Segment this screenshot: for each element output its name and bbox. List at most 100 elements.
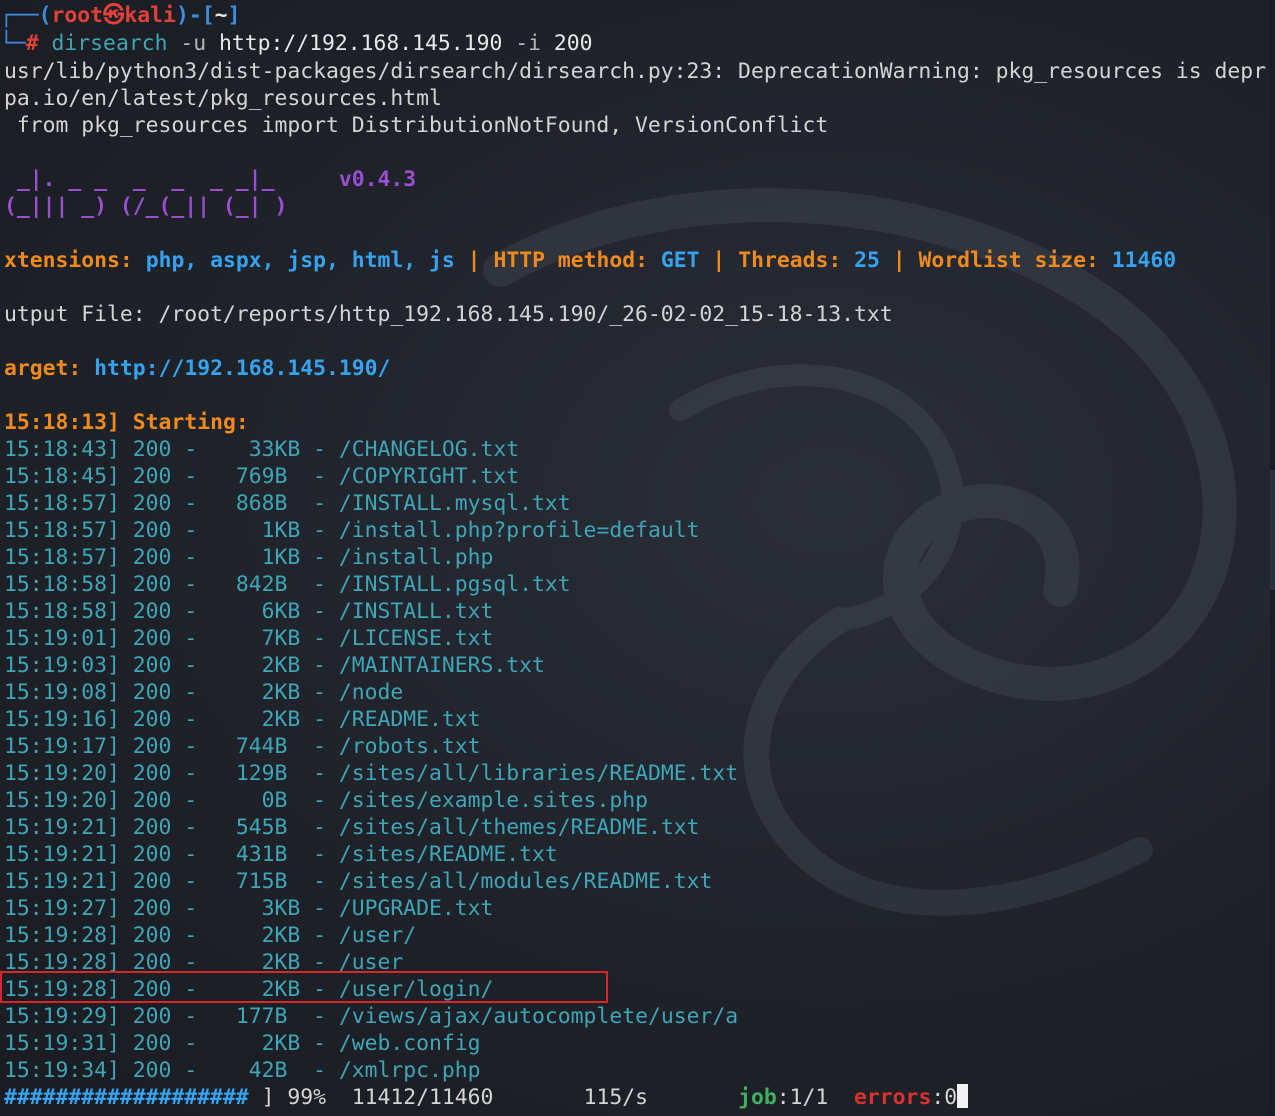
job-value: :1/1: [776, 1085, 829, 1110]
errors-value: :0: [931, 1085, 958, 1110]
result-row: 15:19:21] 200 - 715B - /sites/all/module…: [4, 869, 713, 894]
progress-count: 11412/11460: [351, 1085, 494, 1110]
result-path: /UPGRADE.txt: [338, 896, 494, 921]
terminal-window[interactable]: ┌──(root㉿kali)-[~] └─# dirsearch -u http…: [0, 0, 1275, 1116]
result-row: 15:18:58] 200 - 842B - /INSTALL.pgsql.tx…: [4, 572, 571, 597]
result-time: 15:19:29]: [4, 1004, 120, 1029]
result-row: 15:18:45] 200 - 769B - /COPYRIGHT.txt: [4, 464, 520, 489]
banner-version: v0.4.3: [338, 167, 417, 192]
threads-label: Threads:: [738, 248, 842, 273]
result-code: 200: [132, 896, 172, 921]
result-path: /install.php: [338, 545, 494, 570]
result-row: 15:19:21] 200 - 545B - /sites/all/themes…: [4, 815, 700, 840]
highlight-annotation-box: [0, 971, 608, 1003]
result-time: 15:18:57]: [4, 545, 120, 570]
result-row: 15:19:17] 200 - 744B - /robots.txt: [4, 734, 481, 759]
result-code: 200: [132, 545, 172, 570]
ext-label: xtensions:: [4, 248, 133, 273]
result-size: 715B: [222, 869, 301, 894]
starting-label: Starting:: [132, 410, 249, 435]
result-row: 15:19:20] 200 - 0B - /sites/example.site…: [4, 788, 648, 813]
result-time: 15:19:20]: [4, 761, 120, 786]
warning-line-1: usr/lib/python3/dist-packages/dirsearch/…: [4, 59, 1267, 84]
result-path: /INSTALL.pgsql.txt: [338, 572, 571, 597]
result-size: 2KB: [222, 680, 301, 705]
prompt-hash: #: [25, 31, 39, 56]
command-arg-i: -i: [515, 31, 541, 56]
result-time: 15:19:28]: [4, 923, 120, 948]
result-code: 200: [132, 788, 172, 813]
result-path: /README.txt: [338, 707, 481, 732]
result-row: 15:18:57] 200 - 868B - /INSTALL.mysql.tx…: [4, 491, 571, 516]
result-size: 6KB: [222, 599, 301, 624]
result-code: 200: [132, 518, 172, 543]
prompt-line: ┌──(root㉿kali)-[~]: [0, 2, 240, 29]
result-size: 744B: [222, 734, 301, 759]
result-path: /sites/example.sites.php: [338, 788, 648, 813]
result-row: 15:19:29] 200 - 177B - /views/ajax/autoc…: [4, 1004, 739, 1029]
result-code: 200: [132, 1058, 172, 1083]
result-size: 0B: [222, 788, 301, 813]
prompt-hash-prefix: └─: [0, 31, 26, 56]
result-time: 15:19:17]: [4, 734, 120, 759]
command-url: http://192.168.145.190: [219, 31, 503, 56]
result-code: 200: [132, 761, 172, 786]
result-time: 15:19:27]: [4, 896, 120, 921]
result-time: 15:19:34]: [4, 1058, 120, 1083]
result-code: 200: [132, 464, 172, 489]
result-row: 15:19:27] 200 - 3KB - /UPGRADE.txt: [4, 896, 494, 921]
config-line: xtensions: php, aspx, jsp, html, js | HT…: [4, 247, 1176, 274]
result-code: 200: [132, 680, 172, 705]
method-label: HTTP method:: [493, 248, 648, 273]
result-time: 15:19:21]: [4, 815, 120, 840]
prompt-close: ]: [227, 3, 241, 28]
banner-art-top: _|. _ _ _ _ _ _|_: [4, 167, 275, 192]
target-label: arget:: [4, 356, 82, 381]
progress-rate: 115/s: [583, 1085, 648, 1110]
result-code: 200: [132, 626, 172, 651]
result-path: /sites/README.txt: [338, 842, 558, 867]
ext-value: php, aspx, jsp, html, js: [145, 248, 455, 273]
result-code: 200: [132, 1004, 172, 1029]
progress-percent: 99%: [287, 1085, 326, 1110]
result-path: /user/: [338, 923, 417, 948]
result-code: 200: [132, 842, 172, 867]
prompt-open: ┌──(: [0, 3, 52, 28]
result-row: 15:19:01] 200 - 7KB - /LICENSE.txt: [4, 626, 494, 651]
result-time: 15:19:08]: [4, 680, 120, 705]
result-time: 15:18:43]: [4, 437, 120, 462]
banner-art-2: (_||| _) (/_(_|| (_| ): [4, 194, 288, 219]
result-row: 15:19:03] 200 - 2KB - /MAINTAINERS.txt: [4, 653, 545, 678]
scrollbar-thumb[interactable]: [1270, 470, 1275, 590]
result-row: 15:19:28] 200 - 2KB - /user/: [4, 923, 417, 948]
sep-2: |: [712, 248, 726, 273]
result-size: 2KB: [222, 707, 301, 732]
result-code: 200: [132, 707, 172, 732]
result-size: 3KB: [222, 896, 301, 921]
progress-bar: ###################: [4, 1085, 249, 1110]
command-arg-u: -u: [180, 31, 207, 56]
wordlist-label: Wordlist size:: [918, 248, 1099, 273]
result-size: 1KB: [222, 545, 301, 570]
progress-bar-close: ]: [248, 1085, 288, 1110]
terminal-cursor: [957, 1084, 969, 1108]
result-code: 200: [132, 437, 172, 462]
result-time: 15:19:01]: [4, 626, 120, 651]
result-size: 769B: [222, 464, 301, 489]
result-size: 2KB: [222, 653, 301, 678]
result-size: 129B: [222, 761, 301, 786]
result-size: 545B: [222, 815, 301, 840]
result-row: 15:19:21] 200 - 431B - /sites/README.txt: [4, 842, 558, 867]
prompt-mid: )-[: [175, 3, 215, 28]
result-size: 2KB: [222, 1031, 301, 1056]
command-line: └─# dirsearch -u http://192.168.145.190 …: [0, 30, 593, 57]
wordlist-value: 11460: [1111, 248, 1177, 273]
result-path: /COPYRIGHT.txt: [338, 464, 520, 489]
banner-art-1: _|. _ _ _ _ _ _|_ v0.4.3: [4, 166, 416, 193]
result-size: 868B: [222, 491, 301, 516]
result-time: 15:19:20]: [4, 788, 120, 813]
result-size: 2KB: [222, 923, 301, 948]
result-size: 1KB: [222, 518, 301, 543]
scrollbar[interactable]: [1270, 0, 1275, 1116]
starting-line: 15:18:13] Starting:: [4, 409, 249, 436]
